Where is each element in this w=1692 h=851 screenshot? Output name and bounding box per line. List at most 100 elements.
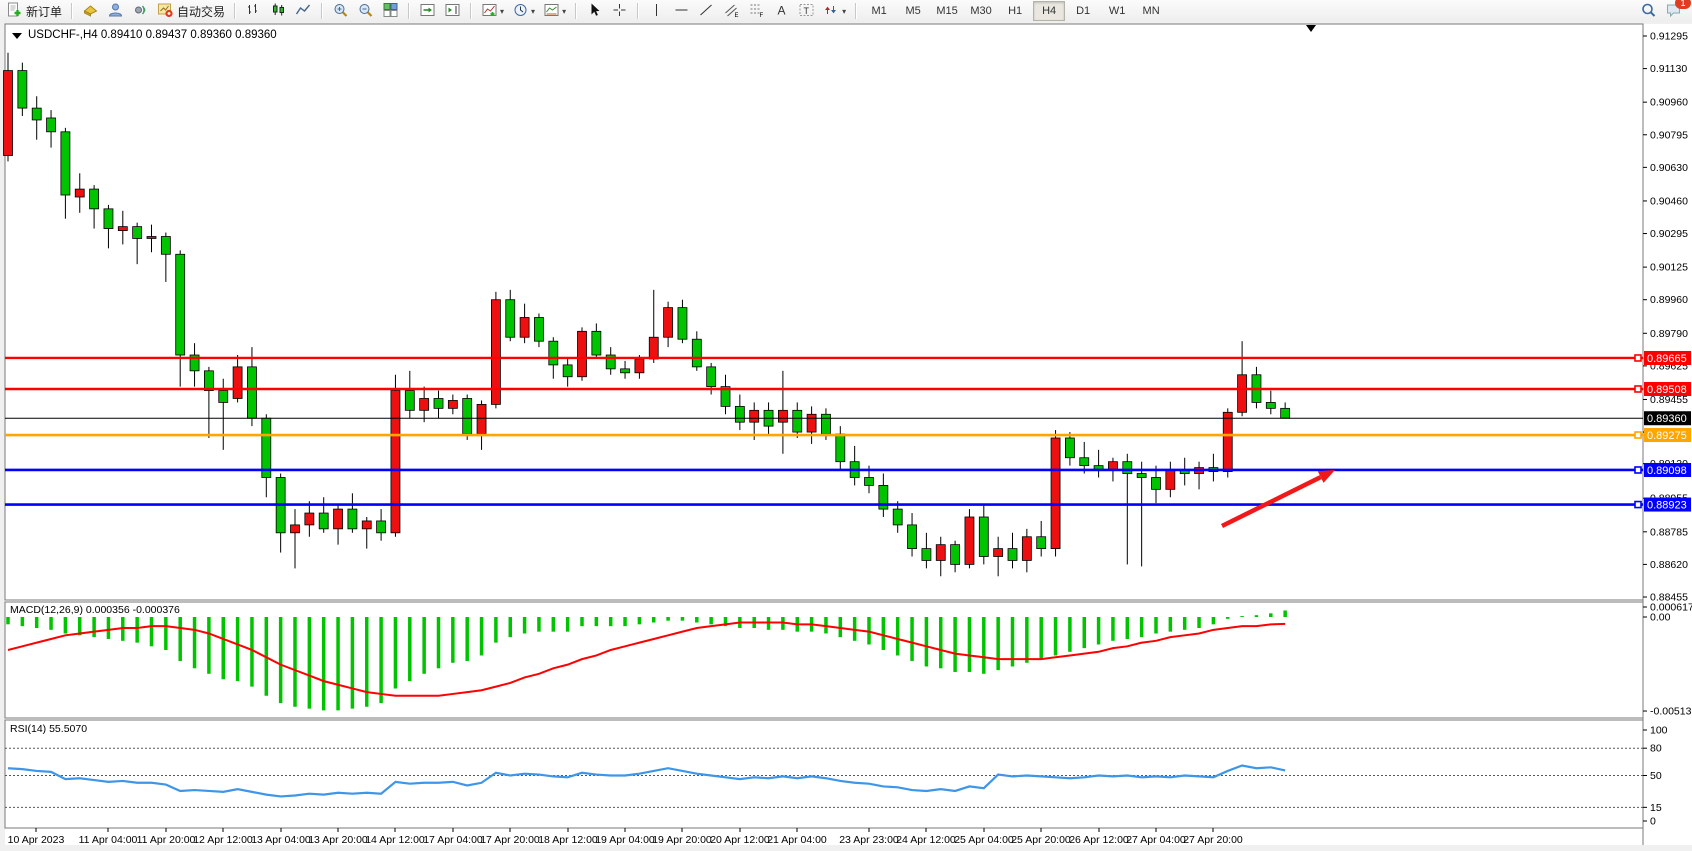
candle[interactable]: [750, 410, 759, 422]
candle[interactable]: [534, 317, 543, 341]
candle[interactable]: [692, 339, 701, 367]
crosshair-button[interactable]: [607, 0, 632, 22]
new-order-button[interactable]: 新订单: [2, 0, 66, 22]
line-chart-button[interactable]: [291, 0, 316, 22]
candle[interactable]: [319, 513, 328, 529]
candle[interactable]: [219, 391, 228, 403]
timeframe-m15-button[interactable]: M15: [931, 1, 963, 21]
timeframe-mn-button[interactable]: MN: [1135, 1, 1167, 21]
auto-scroll-button[interactable]: [415, 0, 440, 22]
chart-canvas[interactable]: 0.912950.911300.909600.907950.906300.904…: [0, 22, 1692, 851]
candle[interactable]: [204, 371, 213, 391]
candle[interactable]: [1238, 375, 1247, 413]
candle[interactable]: [778, 410, 787, 422]
candle[interactable]: [104, 209, 113, 229]
candle[interactable]: [893, 509, 902, 525]
vertical-line-button[interactable]: [644, 0, 669, 22]
timeframe-d1-button[interactable]: D1: [1067, 1, 1099, 21]
candle[interactable]: [391, 391, 400, 533]
candle[interactable]: [348, 509, 357, 529]
candle[interactable]: [18, 71, 27, 109]
candle[interactable]: [1223, 412, 1232, 471]
timeframe-h4-button[interactable]: H4: [1033, 1, 1065, 21]
candle[interactable]: [1281, 408, 1290, 418]
candle[interactable]: [520, 317, 529, 337]
candle[interactable]: [434, 398, 443, 408]
candle[interactable]: [47, 118, 56, 132]
cursor-button[interactable]: [582, 0, 607, 22]
candle[interactable]: [965, 517, 974, 564]
candle[interactable]: [994, 549, 1003, 557]
candle[interactable]: [621, 369, 630, 373]
candle[interactable]: [506, 300, 515, 338]
candle[interactable]: [922, 549, 931, 561]
auto-trading-button[interactable]: 自动交易: [153, 0, 229, 22]
candle[interactable]: [147, 236, 156, 238]
pivot-line-handle[interactable]: [1635, 432, 1641, 438]
candle[interactable]: [377, 521, 386, 533]
candle[interactable]: [592, 331, 601, 355]
candle[interactable]: [936, 545, 945, 561]
timeframe-w1-button[interactable]: W1: [1101, 1, 1133, 21]
candle[interactable]: [1137, 474, 1146, 478]
arrows-button[interactable]: ▾: [819, 0, 850, 22]
text-button[interactable]: A: [769, 0, 794, 22]
chart-shift-button[interactable]: [440, 0, 465, 22]
candle[interactable]: [32, 108, 41, 120]
candle[interactable]: [979, 517, 988, 557]
channel-button[interactable]: E: [719, 0, 744, 22]
candle[interactable]: [61, 132, 70, 195]
sound-button[interactable]: [128, 0, 153, 22]
candle[interactable]: [477, 404, 486, 434]
support-2-handle[interactable]: [1635, 502, 1641, 508]
data-window-button[interactable]: [103, 0, 128, 22]
notifications-button[interactable]: 1: [1661, 0, 1686, 22]
bar-chart-button[interactable]: [241, 0, 266, 22]
candle[interactable]: [563, 365, 572, 377]
candle[interactable]: [448, 400, 457, 408]
templates-button[interactable]: ▾: [539, 0, 570, 22]
timeframe-m5-button[interactable]: M5: [897, 1, 929, 21]
candle[interactable]: [664, 308, 673, 338]
chevron-down-icon[interactable]: ▾: [500, 7, 504, 16]
candle[interactable]: [405, 391, 414, 411]
candle[interactable]: [951, 545, 960, 565]
zoom-out-button[interactable]: [353, 0, 378, 22]
candle[interactable]: [75, 189, 84, 197]
support-1-handle[interactable]: [1635, 467, 1641, 473]
label-button[interactable]: T: [794, 0, 819, 22]
candle[interactable]: [118, 227, 127, 231]
candle[interactable]: [735, 406, 744, 422]
candle[interactable]: [305, 513, 314, 525]
candle[interactable]: [1123, 462, 1132, 474]
candle[interactable]: [247, 367, 256, 418]
candle[interactable]: [836, 434, 845, 462]
periods-button[interactable]: ▾: [508, 0, 539, 22]
candle[interactable]: [133, 227, 142, 239]
candle[interactable]: [176, 254, 185, 355]
candle[interactable]: [1022, 537, 1031, 561]
candle[interactable]: [1266, 402, 1275, 408]
timeframe-h1-button[interactable]: H1: [999, 1, 1031, 21]
candle[interactable]: [262, 418, 271, 477]
candle[interactable]: [807, 414, 816, 432]
candle[interactable]: [1051, 438, 1060, 549]
candle[interactable]: [1037, 537, 1046, 549]
candle[interactable]: [635, 359, 644, 373]
candle[interactable]: [1108, 462, 1117, 470]
candle[interactable]: [1152, 477, 1161, 489]
candle[interactable]: [793, 410, 802, 432]
candle[interactable]: [1065, 438, 1074, 458]
candle[interactable]: [908, 525, 917, 549]
fibonacci-button[interactable]: F: [744, 0, 769, 22]
candle-chart-button[interactable]: [266, 0, 291, 22]
candle[interactable]: [161, 236, 170, 254]
candle[interactable]: [362, 521, 371, 529]
search-button[interactable]: [1636, 0, 1661, 22]
candle[interactable]: [678, 308, 687, 340]
candle[interactable]: [649, 337, 658, 359]
candle[interactable]: [865, 477, 874, 485]
candle[interactable]: [233, 367, 242, 399]
trendline-button[interactable]: [694, 0, 719, 22]
timeframe-m1-button[interactable]: M1: [863, 1, 895, 21]
